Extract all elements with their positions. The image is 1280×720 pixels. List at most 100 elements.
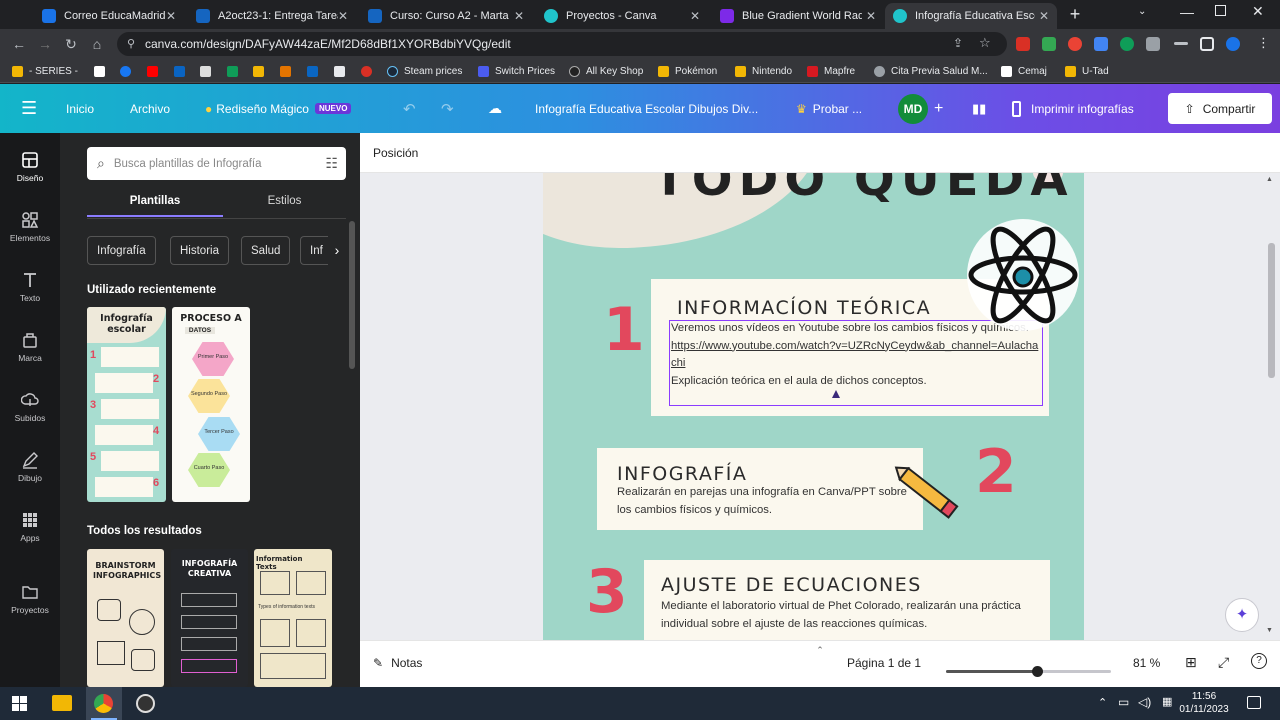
- browser-tab[interactable]: Blue Gradient World Radio ✕: [712, 3, 884, 29]
- rail-item-draw[interactable]: Dibujo: [0, 443, 60, 501]
- linkedin-icon[interactable]: [307, 63, 324, 79]
- notes-button[interactable]: ✎ Notas: [373, 656, 422, 670]
- extension-icon[interactable]: [1120, 37, 1134, 51]
- grid-app-icon[interactable]: [200, 63, 217, 79]
- card-text[interactable]: Mediante el laboratorio virtual de Phet …: [661, 598, 1045, 633]
- filter-sliders-icon[interactable]: ☷: [325, 155, 338, 172]
- taskbar-chrome-button[interactable]: [86, 687, 122, 720]
- profile-avatar-icon[interactable]: [1226, 37, 1240, 51]
- bookmark-link[interactable]: Switch Prices: [478, 63, 555, 79]
- close-icon[interactable]: ✕: [514, 9, 524, 23]
- rail-item-projects[interactable]: Proyectos: [0, 575, 60, 633]
- tab-templates[interactable]: Plantillas: [87, 191, 223, 217]
- template-thumbnail[interactable]: BRAINSTORM INFOGRAPHICS: [87, 549, 164, 687]
- scroll-up-icon[interactable]: ▲: [1266, 176, 1273, 183]
- folder-icon[interactable]: [253, 63, 270, 79]
- insights-chart-icon[interactable]: ▮▮: [972, 84, 986, 133]
- scroll-down-icon[interactable]: ▼: [1266, 627, 1273, 634]
- card-text[interactable]: Realizarán en parejas una infografía en …: [617, 484, 907, 519]
- x-icon[interactable]: [94, 63, 111, 79]
- cloud-saved-icon[interactable]: ☁: [488, 84, 502, 133]
- home-button[interactable]: Inicio: [66, 84, 94, 133]
- avatar[interactable]: MD: [898, 94, 928, 124]
- extension-icon[interactable]: [1042, 37, 1056, 51]
- filter-chip[interactable]: Salud: [241, 236, 291, 265]
- rail-item-text[interactable]: Texto: [0, 263, 60, 321]
- heading-partial[interactable]: TODO QUEDA: [653, 173, 1073, 207]
- new-tab-icon[interactable]: +: [1066, 5, 1084, 23]
- pin-icon[interactable]: [361, 63, 378, 79]
- side-panel-icon[interactable]: [1200, 37, 1214, 51]
- rail-item-elements[interactable]: Elementos: [0, 203, 60, 261]
- canvas-scrollbar[interactable]: [1268, 243, 1275, 378]
- add-collaborator-icon[interactable]: +: [934, 84, 943, 133]
- page-indicator[interactable]: Página 1 de 1: [847, 656, 921, 670]
- pencil-icon[interactable]: [887, 457, 967, 529]
- playlist-icon[interactable]: [1174, 42, 1188, 45]
- undo-icon[interactable]: ↶: [403, 84, 416, 133]
- magic-redesign-button[interactable]: ● Rediseño Mágico NUEVO: [205, 84, 352, 133]
- zoom-level[interactable]: 81 %: [1133, 656, 1160, 670]
- browser-tab[interactable]: Curso: Curso A2 - Marta d ✕: [360, 3, 532, 29]
- close-icon[interactable]: ✕: [166, 9, 176, 23]
- volume-icon[interactable]: ◁): [1138, 695, 1151, 709]
- sheets-icon[interactable]: [227, 63, 244, 79]
- bookmark-link[interactable]: Steam prices: [387, 63, 462, 79]
- rail-item-uploads[interactable]: Subidos: [0, 383, 60, 441]
- zoom-slider[interactable]: [946, 666, 1111, 677]
- card-title[interactable]: INFORMACÍON TEÓRICA: [677, 297, 931, 319]
- rail-item-brand[interactable]: Marca: [0, 323, 60, 381]
- bookmark-folder[interactable]: Nintendo: [735, 63, 792, 79]
- template-thumbnail[interactable]: Information Texts Types of information t…: [254, 549, 332, 687]
- chevron-up-icon[interactable]: ⌃: [813, 645, 827, 655]
- extension-icon[interactable]: [1094, 37, 1108, 51]
- bookmark-link[interactable]: All Key Shop: [569, 63, 643, 79]
- browser-tab[interactable]: A2oct23-1: Entrega Tarea F ✕: [188, 3, 356, 29]
- browser-tab[interactable]: Correo EducaMadrid :: Entr ✕: [34, 3, 184, 29]
- rail-item-apps[interactable]: Apps: [0, 503, 60, 561]
- panel-scrollbar[interactable]: [349, 221, 355, 369]
- position-button[interactable]: Posición: [373, 146, 418, 160]
- bookmark-link[interactable]: Mapfre: [807, 63, 855, 79]
- try-pro-button[interactable]: ♛ Probar ...: [796, 84, 862, 133]
- bookmark-folder[interactable]: - SERIES -: [12, 63, 78, 79]
- close-icon[interactable]: ✕: [866, 9, 876, 23]
- magic-assistant-icon[interactable]: ✦: [1225, 598, 1259, 632]
- close-icon[interactable]: ✕: [1039, 9, 1049, 23]
- bookmark-folder[interactable]: U-Tad: [1065, 63, 1109, 79]
- chevron-right-icon[interactable]: ›: [328, 236, 346, 265]
- clock[interactable]: 11:56 01/11/2023: [1176, 690, 1232, 716]
- app-icon[interactable]: [334, 63, 351, 79]
- template-thumbnail[interactable]: Infografía escolar 1 2 3 4 5 6: [87, 307, 166, 502]
- reload-icon[interactable]: ↻: [62, 35, 80, 53]
- youtube-icon[interactable]: [147, 63, 164, 79]
- back-icon[interactable]: ←: [10, 35, 28, 53]
- browser-tab-active[interactable]: Infografía Educativa Escol ✕: [885, 3, 1057, 29]
- obs-icon[interactable]: [136, 694, 155, 713]
- network-icon[interactable]: ▭: [1118, 695, 1129, 709]
- fullscreen-icon[interactable]: ⤢: [1218, 654, 1229, 671]
- notifications-icon[interactable]: [1247, 696, 1261, 709]
- site-info-icon[interactable]: ⚲: [127, 37, 135, 50]
- maximize-icon[interactable]: [1215, 5, 1226, 16]
- share-page-icon[interactable]: ⇪: [953, 36, 963, 50]
- card-title[interactable]: INFOGRAFÍA: [617, 463, 747, 485]
- help-icon[interactable]: ?: [1251, 653, 1267, 669]
- redo-icon[interactable]: ↷: [441, 84, 454, 133]
- step-number[interactable]: 1: [603, 295, 645, 365]
- minimize-icon[interactable]: —: [1180, 4, 1194, 20]
- bookmark-link[interactable]: Cita Previa Salud M...: [874, 63, 988, 79]
- file-explorer-icon[interactable]: [52, 695, 72, 711]
- close-icon[interactable]: ✕: [338, 9, 348, 23]
- template-thumbnail[interactable]: INFOGRAFÍA CREATIVA: [171, 549, 248, 687]
- print-infographics-button[interactable]: Imprimir infografías: [1012, 84, 1134, 133]
- address-bar[interactable]: ⚲ canva.com/design/DAFyAW44zaE/Mf2D68dBf…: [117, 32, 1007, 56]
- window-close-icon[interactable]: ✕: [1252, 3, 1264, 20]
- atom-icon[interactable]: [963, 215, 1083, 335]
- outlook-icon[interactable]: [174, 63, 191, 79]
- bookmark-link[interactable]: Cemaj: [1001, 63, 1047, 79]
- zoom-slider-handle[interactable]: [1031, 666, 1043, 677]
- home-icon[interactable]: ⌂: [88, 35, 106, 53]
- browser-tab[interactable]: Proyectos - Canva ✕: [536, 3, 708, 29]
- chevron-down-icon[interactable]: ⌄: [1138, 6, 1146, 17]
